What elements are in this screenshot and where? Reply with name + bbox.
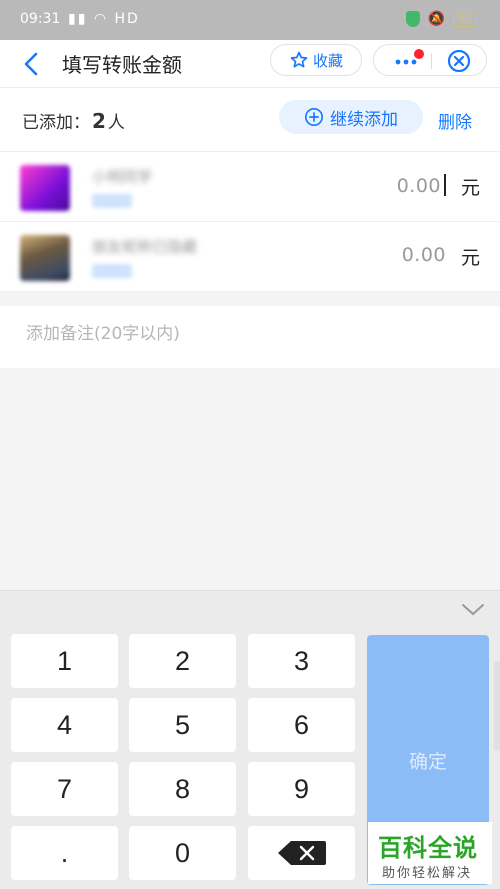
amount-value: 0.00 xyxy=(401,244,446,266)
backspace-icon xyxy=(277,841,326,865)
recipient-row[interactable]: 朋友昵称已隐藏 0.00 元 xyxy=(0,222,500,292)
scrollbar[interactable] xyxy=(494,661,500,751)
key-0[interactable]: 0 xyxy=(129,826,236,880)
key-decimal[interactable]: . xyxy=(11,826,118,880)
currency-unit: 元 xyxy=(460,247,480,269)
currency-unit: 元 xyxy=(460,177,480,199)
title-bar: 填写转账金额 收藏 xyxy=(0,40,500,88)
recipient-list: 小明同学 0.00 元 朋友昵称已隐藏 0.00 元 xyxy=(0,152,500,292)
avatar xyxy=(20,235,70,281)
continue-add-button[interactable]: 继续添加 xyxy=(279,100,423,134)
recipient-name: 朋友昵称已隐藏 xyxy=(92,238,198,256)
chevron-down-icon[interactable] xyxy=(460,601,486,619)
recipients-bar: 已添加： 2 人 继续添加 删除 xyxy=(0,88,500,152)
key-6[interactable]: 6 xyxy=(248,698,355,752)
mute-icon: 🔕 xyxy=(427,11,446,27)
amount-input[interactable]: 0.00 xyxy=(402,244,446,266)
remark-input[interactable] xyxy=(26,324,466,344)
remark-section xyxy=(0,306,500,368)
watermark: 百科全说 助你轻松解决 xyxy=(368,822,492,884)
key-2[interactable]: 2 xyxy=(129,634,236,688)
key-7[interactable]: 7 xyxy=(11,762,118,816)
avatar xyxy=(20,165,70,211)
status-right: 🔕 90 xyxy=(405,11,476,27)
key-9[interactable]: 9 xyxy=(248,762,355,816)
network-label: HD xyxy=(114,11,140,27)
recipient-tag xyxy=(92,264,132,278)
back-arrow-icon[interactable] xyxy=(18,48,46,80)
key-1[interactable]: 1 xyxy=(11,634,118,688)
favorite-button[interactable]: 收藏 xyxy=(270,44,362,76)
status-bar: 09:31 ▮▮ ◠ HD 🔕 90 xyxy=(0,0,500,40)
close-circle-icon[interactable] xyxy=(446,48,472,74)
status-time: 09:31 xyxy=(20,11,61,27)
key-4[interactable]: 4 xyxy=(11,698,118,752)
delete-button[interactable]: 删除 xyxy=(438,108,472,133)
watermark-subtitle: 助你轻松解决 xyxy=(382,866,473,881)
added-prefix: 已添加： xyxy=(22,113,90,133)
key-5[interactable]: 5 xyxy=(129,698,236,752)
amount-input[interactable]: 0.00 xyxy=(397,174,446,197)
key-8[interactable]: 8 xyxy=(129,762,236,816)
battery-indicator: 90 xyxy=(453,11,476,27)
favorite-label: 收藏 xyxy=(312,51,343,70)
amount-value: 0.00 xyxy=(396,175,441,197)
capsule-divider xyxy=(431,53,432,69)
notification-dot xyxy=(414,49,424,59)
added-count-label: 已添加： 2 人 xyxy=(22,108,125,133)
page-title: 填写转账金额 xyxy=(62,53,182,77)
continue-add-label: 继续添加 xyxy=(330,109,398,130)
recipient-tag xyxy=(92,194,132,208)
plus-circle-icon xyxy=(305,108,323,126)
security-shield-icon xyxy=(405,11,420,27)
recipient-row[interactable]: 小明同学 0.00 元 xyxy=(0,152,500,222)
added-count: 2 xyxy=(92,109,106,133)
star-icon xyxy=(290,51,308,68)
key-3[interactable]: 3 xyxy=(248,634,355,688)
text-caret xyxy=(444,174,446,196)
recipient-name: 小明同学 xyxy=(92,168,153,186)
network-indicator: ▮▮ ◠ HD xyxy=(68,11,140,27)
miniapp-capsule xyxy=(373,44,487,76)
watermark-title: 百科全说 xyxy=(378,834,478,862)
added-unit: 人 xyxy=(107,113,125,133)
backspace-key[interactable] xyxy=(248,826,355,880)
